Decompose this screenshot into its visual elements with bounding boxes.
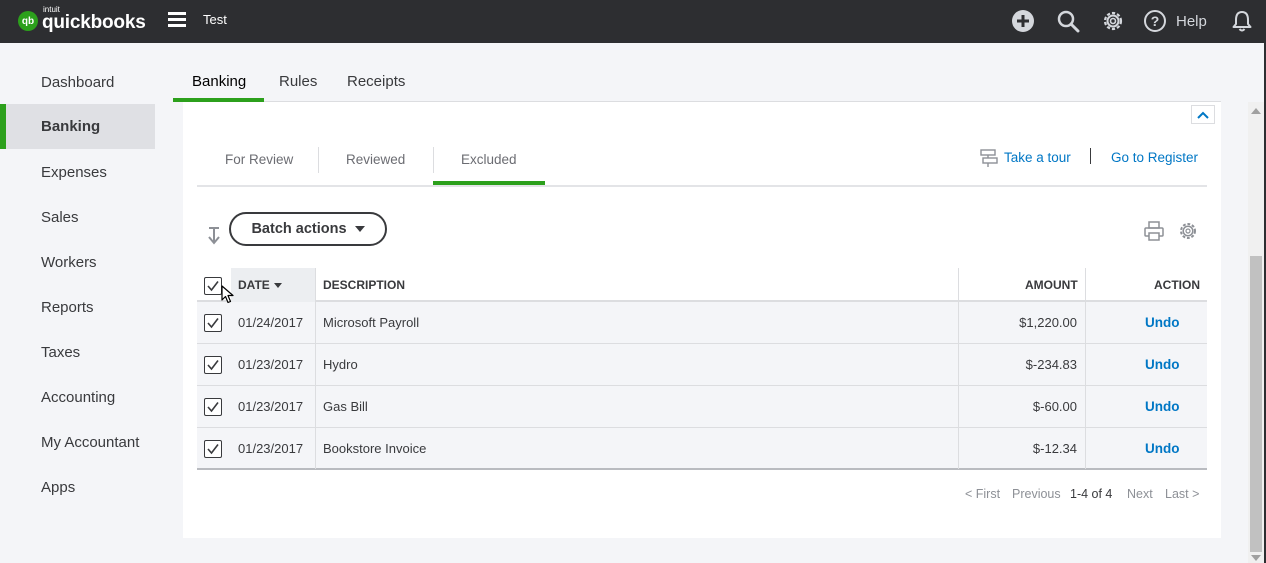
tour-signpost-icon[interactable] [979, 148, 999, 173]
subtab-reviewed[interactable]: Reviewed [346, 152, 405, 167]
scroll-up-arrow-icon[interactable] [1251, 108, 1261, 114]
undo-button[interactable]: Undo [1145, 428, 1180, 469]
sidebar-item-dashboard[interactable]: Dashboard [0, 60, 155, 105]
subtab-excluded[interactable]: Excluded [461, 152, 517, 167]
checkmark-icon [207, 318, 219, 329]
sort-arrow-icon[interactable] [205, 226, 223, 251]
table-header: DATE DESCRIPTION AMOUNT ACTION [197, 268, 1207, 302]
sidebar-item-my-accountant[interactable]: My Accountant [0, 420, 155, 465]
sidebar-item-accounting[interactable]: Accounting [0, 375, 155, 420]
checkmark-icon [207, 402, 219, 413]
logo-text: intuit quickbooks [42, 5, 146, 34]
sidebar-item-sales[interactable]: Sales [0, 195, 155, 240]
collapse-button[interactable] [1191, 105, 1215, 124]
scrollbar-thumb[interactable] [1250, 256, 1262, 552]
checkmark-icon [207, 281, 219, 292]
column-header-action: ACTION [1154, 278, 1200, 292]
sidebar-item-taxes[interactable]: Taxes [0, 330, 155, 375]
subtab-for-review[interactable]: For Review [225, 152, 293, 167]
transactions-table: DATE DESCRIPTION AMOUNT ACTION 01/24/201… [197, 268, 1207, 470]
pager-next[interactable]: Next [1127, 487, 1153, 501]
row-amount: $-12.34 [1032, 441, 1077, 456]
row-checkbox[interactable] [204, 440, 222, 458]
qb-logo-icon: qb [18, 11, 38, 31]
subtab-separator [433, 147, 434, 173]
checkmark-icon [207, 360, 219, 371]
sidebar: Dashboard Banking Expenses Sales Workers… [0, 43, 156, 563]
scroll-down-arrow-icon[interactable] [1251, 555, 1261, 561]
table-row[interactable]: 01/23/2017 Bookstore Invoice $-12.34 Und… [197, 428, 1207, 470]
help-circle-icon[interactable]: ? [1142, 8, 1168, 34]
row-checkbox[interactable] [204, 398, 222, 416]
pager-last[interactable]: Last > [1165, 487, 1199, 501]
link-separator [1090, 148, 1091, 164]
chevron-down-icon [354, 226, 365, 232]
sort-desc-icon [273, 283, 282, 289]
table-row[interactable]: 01/23/2017 Gas Bill $-60.00 Undo [197, 386, 1207, 428]
row-date: 01/23/2017 [238, 399, 304, 414]
select-all-checkbox[interactable] [204, 277, 222, 295]
main-panel: For Review Reviewed Excluded Take a tour… [183, 102, 1221, 538]
row-date: 01/24/2017 [238, 315, 304, 330]
active-subtab-indicator [433, 181, 545, 185]
top-bar: qb intuit quickbooks Test ? Help [0, 0, 1266, 43]
row-description: Hydro [323, 357, 358, 372]
company-name: Test [203, 12, 227, 27]
chevron-up-icon [1197, 111, 1209, 119]
row-date: 01/23/2017 [238, 357, 304, 372]
print-icon[interactable] [1143, 220, 1165, 247]
table-row[interactable]: 01/23/2017 Hydro $-234.83 Undo [197, 344, 1207, 386]
take-a-tour-link[interactable]: Take a tour [1004, 150, 1071, 165]
plus-circle-icon[interactable] [1010, 8, 1036, 34]
subtab-separator [318, 147, 319, 173]
row-description: Microsoft Payroll [323, 315, 420, 330]
pager-first[interactable]: < First [965, 487, 1000, 501]
search-icon[interactable] [1055, 8, 1081, 34]
go-to-register-link[interactable]: Go to Register [1111, 150, 1198, 165]
undo-button[interactable]: Undo [1145, 302, 1180, 343]
row-amount: $1,220.00 [1019, 315, 1077, 330]
bell-icon[interactable] [1229, 8, 1255, 34]
batch-actions-label: Batch actions [251, 221, 347, 237]
pager-previous[interactable]: Previous [1012, 487, 1061, 501]
vertical-scrollbar[interactable] [1248, 102, 1264, 563]
row-description: Bookstore Invoice [323, 441, 427, 456]
quickbooks-logo[interactable]: qb intuit quickbooks [18, 5, 146, 34]
batch-actions-button[interactable]: Batch actions [229, 212, 387, 246]
sidebar-item-apps[interactable]: Apps [0, 465, 155, 510]
row-amount: $-60.00 [1032, 399, 1077, 414]
pager-range: 1-4 of 4 [1070, 487, 1113, 501]
undo-button[interactable]: Undo [1145, 386, 1180, 427]
column-header-amount[interactable]: AMOUNT [1025, 268, 1078, 302]
tab-banking[interactable]: Banking [192, 73, 246, 90]
tab-rules[interactable]: Rules [279, 73, 317, 90]
table-row[interactable]: 01/24/2017 Microsoft Payroll $1,220.00 U… [197, 302, 1207, 344]
svg-text:?: ? [1151, 13, 1160, 29]
sidebar-item-expenses[interactable]: Expenses [0, 150, 155, 195]
table-settings-gear-icon[interactable] [1178, 221, 1198, 246]
subtab-divider [197, 185, 1207, 187]
logo-intuit-text: intuit [43, 5, 60, 14]
row-checkbox[interactable] [204, 356, 222, 374]
tab-receipts[interactable]: Receipts [347, 73, 405, 90]
row-checkbox[interactable] [204, 314, 222, 332]
sidebar-item-workers[interactable]: Workers [0, 240, 155, 285]
undo-button[interactable]: Undo [1145, 344, 1180, 385]
mouse-cursor-icon [221, 285, 235, 310]
help-label[interactable]: Help [1176, 13, 1207, 30]
sidebar-item-reports[interactable]: Reports [0, 285, 155, 330]
hamburger-menu-icon[interactable] [168, 12, 186, 28]
gear-icon[interactable] [1100, 8, 1126, 34]
row-amount: $-234.83 [1025, 357, 1077, 372]
column-header-date[interactable]: DATE [238, 268, 282, 302]
sidebar-item-banking[interactable]: Banking [0, 104, 155, 149]
row-description: Gas Bill [323, 399, 368, 414]
checkmark-icon [207, 444, 219, 455]
row-date: 01/23/2017 [238, 441, 304, 456]
column-header-description[interactable]: DESCRIPTION [323, 268, 405, 302]
